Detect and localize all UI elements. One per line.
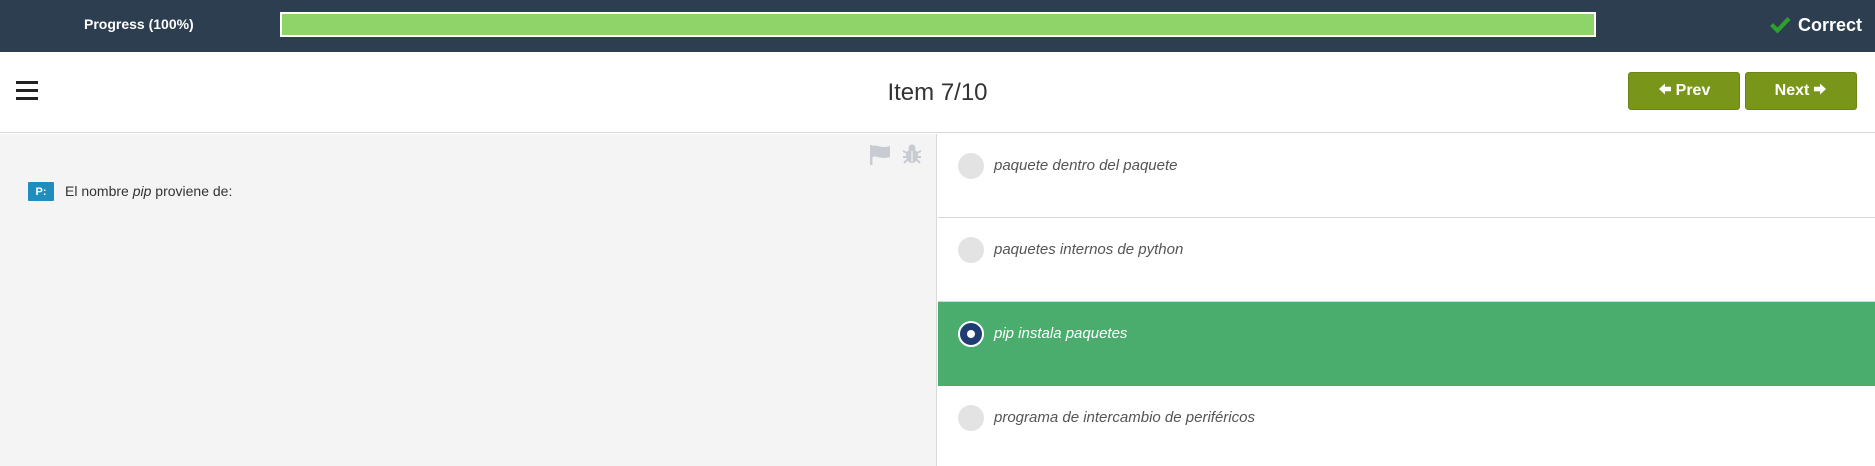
check-icon	[1768, 13, 1792, 37]
next-label: Next	[1774, 82, 1810, 99]
answer-label: pip instala paquetes	[994, 325, 1128, 342]
radio-button[interactable]	[958, 321, 984, 347]
answer-option[interactable]: paquetes internos de python	[938, 218, 1875, 302]
progress-label: Progress (100%)	[84, 16, 194, 32]
progress-fill	[282, 14, 1594, 35]
status-label: Correct	[1797, 14, 1862, 35]
radio-button[interactable]	[958, 237, 984, 263]
flag-icon[interactable]	[868, 144, 892, 166]
progress-bar-header: Progress (100%) Correct	[0, 0, 1875, 52]
radio-button[interactable]	[958, 405, 984, 431]
answer-list: paquete dentro del paquete paquetes inte…	[938, 134, 1875, 466]
answer-label: paquetes internos de python	[994, 241, 1184, 258]
item-header: Item 7/10 Prev Next	[0, 52, 1875, 133]
answer-label: paquete dentro del paquete	[994, 157, 1178, 174]
question-emphasis: pip	[132, 183, 152, 199]
question-pane: P: El nombre pip proviene de:	[0, 134, 937, 466]
bug-icon[interactable]	[900, 142, 924, 166]
radio-button[interactable]	[958, 153, 984, 179]
answer-label: programa de intercambio de periféricos	[994, 409, 1255, 426]
prev-button[interactable]: Prev	[1628, 72, 1740, 110]
answer-option[interactable]: paquete dentro del paquete	[938, 134, 1875, 218]
progress-track	[280, 12, 1596, 37]
result-status: Correct	[1768, 12, 1862, 38]
question-text: El nombre pip proviene de:	[65, 183, 233, 199]
arrow-right-icon	[1813, 82, 1827, 101]
prev-label: Prev	[1675, 82, 1711, 99]
arrow-left-icon	[1658, 82, 1672, 101]
answer-option[interactable]: programa de intercambio de periféricos	[938, 386, 1875, 466]
question-badge: P:	[28, 182, 54, 201]
item-title: Item 7/10	[887, 79, 988, 106]
next-button[interactable]: Next	[1745, 72, 1857, 110]
answer-option[interactable]: pip instala paquetes	[938, 302, 1875, 386]
